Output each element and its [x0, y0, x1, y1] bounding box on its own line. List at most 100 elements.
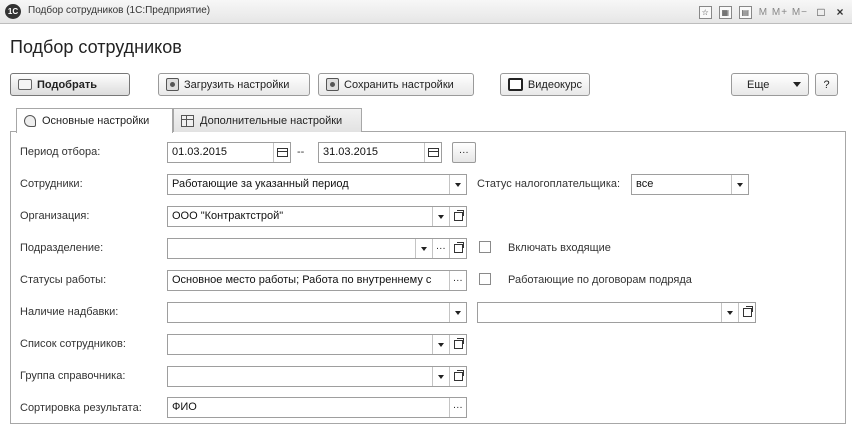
period-from-calendar-button[interactable]	[273, 143, 290, 162]
department-select-button[interactable]: ...	[432, 239, 449, 258]
tab-main-settings[interactable]: Основные настройки	[16, 108, 173, 133]
open-icon	[742, 306, 753, 317]
calc-icon[interactable]: ▦	[718, 5, 732, 19]
sort-value: ФИО	[172, 401, 197, 413]
more-button[interactable]: Еще	[731, 73, 809, 96]
include-incoming-checkbox[interactable]	[479, 241, 491, 253]
employee-list-open-button[interactable]	[449, 335, 466, 354]
period-label: Период отбора:	[20, 146, 101, 158]
period-from-value: 01.03.2015	[172, 146, 228, 158]
load-settings-label: Загрузить настройки	[184, 78, 290, 91]
directory-group-dropdown-button[interactable]	[432, 367, 449, 386]
tab-main-settings-label: Основные настройки	[42, 115, 150, 127]
employee-list-field[interactable]	[167, 334, 467, 355]
form-title: Подбор сотрудников	[10, 37, 182, 57]
select-button-label: Подобрать	[37, 78, 97, 91]
chevron-down-icon	[421, 246, 427, 251]
organization-label: Организация:	[20, 210, 90, 222]
department-open-button[interactable]	[449, 239, 466, 258]
bonus-label: Наличие надбавки:	[20, 306, 119, 318]
directory-group-open-button[interactable]	[449, 367, 466, 386]
tab-additional-settings[interactable]: Дополнительные настройки	[173, 108, 362, 132]
contractors-checkbox[interactable]	[479, 273, 491, 285]
help-button[interactable]: ?	[815, 73, 838, 96]
bonus-dropdown-button[interactable]	[449, 303, 466, 322]
period-separator: --	[297, 146, 305, 158]
chevron-down-icon	[737, 182, 743, 187]
save-settings-button[interactable]: Сохранить настройки	[318, 73, 474, 96]
bonus-select[interactable]	[167, 302, 467, 323]
contractors-label: Работающие по договорам подряда	[508, 274, 692, 286]
titlebar-controls: ☆ ▦ ▤ M M+ M− □ ×	[698, 3, 846, 21]
department-dropdown-button[interactable]	[415, 239, 432, 258]
chevron-down-icon	[455, 182, 461, 187]
save-settings-label: Сохранить настройки	[344, 78, 454, 91]
video-course-button[interactable]: Видеокурс	[500, 73, 590, 96]
employees-select[interactable]: Работающие за указанный период	[167, 174, 467, 195]
organization-dropdown-button[interactable]	[432, 207, 449, 226]
directory-group-label: Группа справочника:	[20, 370, 126, 382]
calendar-icon	[427, 148, 439, 157]
tab-additional-settings-label: Дополнительные настройки	[200, 114, 343, 127]
sort-select-button[interactable]: ...	[449, 398, 466, 417]
load-settings-button[interactable]: Загрузить настройки	[158, 73, 310, 96]
video-course-label: Видеокурс	[527, 78, 582, 91]
save-settings-icon	[326, 78, 339, 91]
memory-buttons[interactable]: M M+ M−	[759, 7, 808, 18]
calendar-icon[interactable]: ▤	[738, 5, 752, 19]
chevron-down-icon	[793, 82, 801, 87]
employees-dropdown-button[interactable]	[449, 175, 466, 194]
select-button[interactable]: Подобрать	[10, 73, 130, 96]
include-incoming-label: Включать входящие	[508, 242, 611, 254]
close-button[interactable]: ×	[834, 5, 846, 19]
work-statuses-label: Статусы работы:	[20, 274, 107, 286]
star-icon[interactable]: ☆	[698, 5, 712, 19]
work-statuses-select-button[interactable]: ...	[449, 271, 466, 290]
open-icon	[453, 370, 464, 381]
period-to-field[interactable]: 31.03.2015	[318, 142, 442, 163]
window-titlebar: 1С Подбор сотрудников (1С:Предприятие) ☆…	[0, 0, 852, 24]
organization-open-button[interactable]	[449, 207, 466, 226]
employee-list-label: Список сотрудников:	[20, 338, 126, 350]
table-icon	[181, 114, 194, 127]
chevron-down-icon	[455, 310, 461, 315]
open-icon	[453, 338, 464, 349]
period-to-value: 31.03.2015	[323, 146, 379, 158]
period-select-button[interactable]: ...	[452, 142, 476, 163]
open-icon	[453, 210, 464, 221]
employees-label: Сотрудники:	[20, 178, 83, 190]
directory-group-field[interactable]	[167, 366, 467, 387]
tax-status-dropdown-button[interactable]	[731, 175, 748, 194]
work-statuses-field[interactable]: Основное место работы; Работа по внутрен…	[167, 270, 467, 291]
chevron-down-icon	[438, 214, 444, 219]
tax-status-select[interactable]: все	[631, 174, 749, 195]
organization-field[interactable]: ООО "Контрактстрой"	[167, 206, 467, 227]
video-icon	[508, 78, 523, 91]
period-to-calendar-button[interactable]	[424, 143, 441, 162]
period-from-field[interactable]: 01.03.2015	[167, 142, 291, 163]
calendar-icon	[276, 148, 288, 157]
tax-status-label: Статус налогоплательщика:	[477, 178, 621, 190]
chevron-down-icon	[727, 310, 733, 315]
restore-button[interactable]: □	[815, 5, 827, 19]
employees-value: Работающие за указанный период	[172, 178, 349, 190]
app-logo-icon: 1С	[5, 4, 21, 19]
chevron-down-icon	[438, 342, 444, 347]
folder-icon	[18, 79, 32, 90]
department-field[interactable]: ...	[167, 238, 467, 259]
chevron-down-icon	[438, 374, 444, 379]
bonus-type-field[interactable]	[477, 302, 756, 323]
window-title: Подбор сотрудников (1С:Предприятие)	[28, 5, 211, 16]
bonus-type-dropdown-button[interactable]	[721, 303, 738, 322]
open-icon	[453, 242, 464, 253]
organization-value: ООО "Контрактстрой"	[172, 210, 284, 222]
more-button-label: Еще	[747, 78, 770, 91]
bonus-type-open-button[interactable]	[738, 303, 755, 322]
tax-status-value: все	[636, 178, 654, 190]
work-statuses-value: Основное место работы; Работа по внутрен…	[172, 274, 432, 286]
sort-label: Сортировка результата:	[20, 402, 142, 414]
department-label: Подразделение:	[20, 242, 104, 254]
load-settings-icon	[166, 78, 179, 91]
employee-list-dropdown-button[interactable]	[432, 335, 449, 354]
sort-field[interactable]: ФИО ...	[167, 397, 467, 418]
